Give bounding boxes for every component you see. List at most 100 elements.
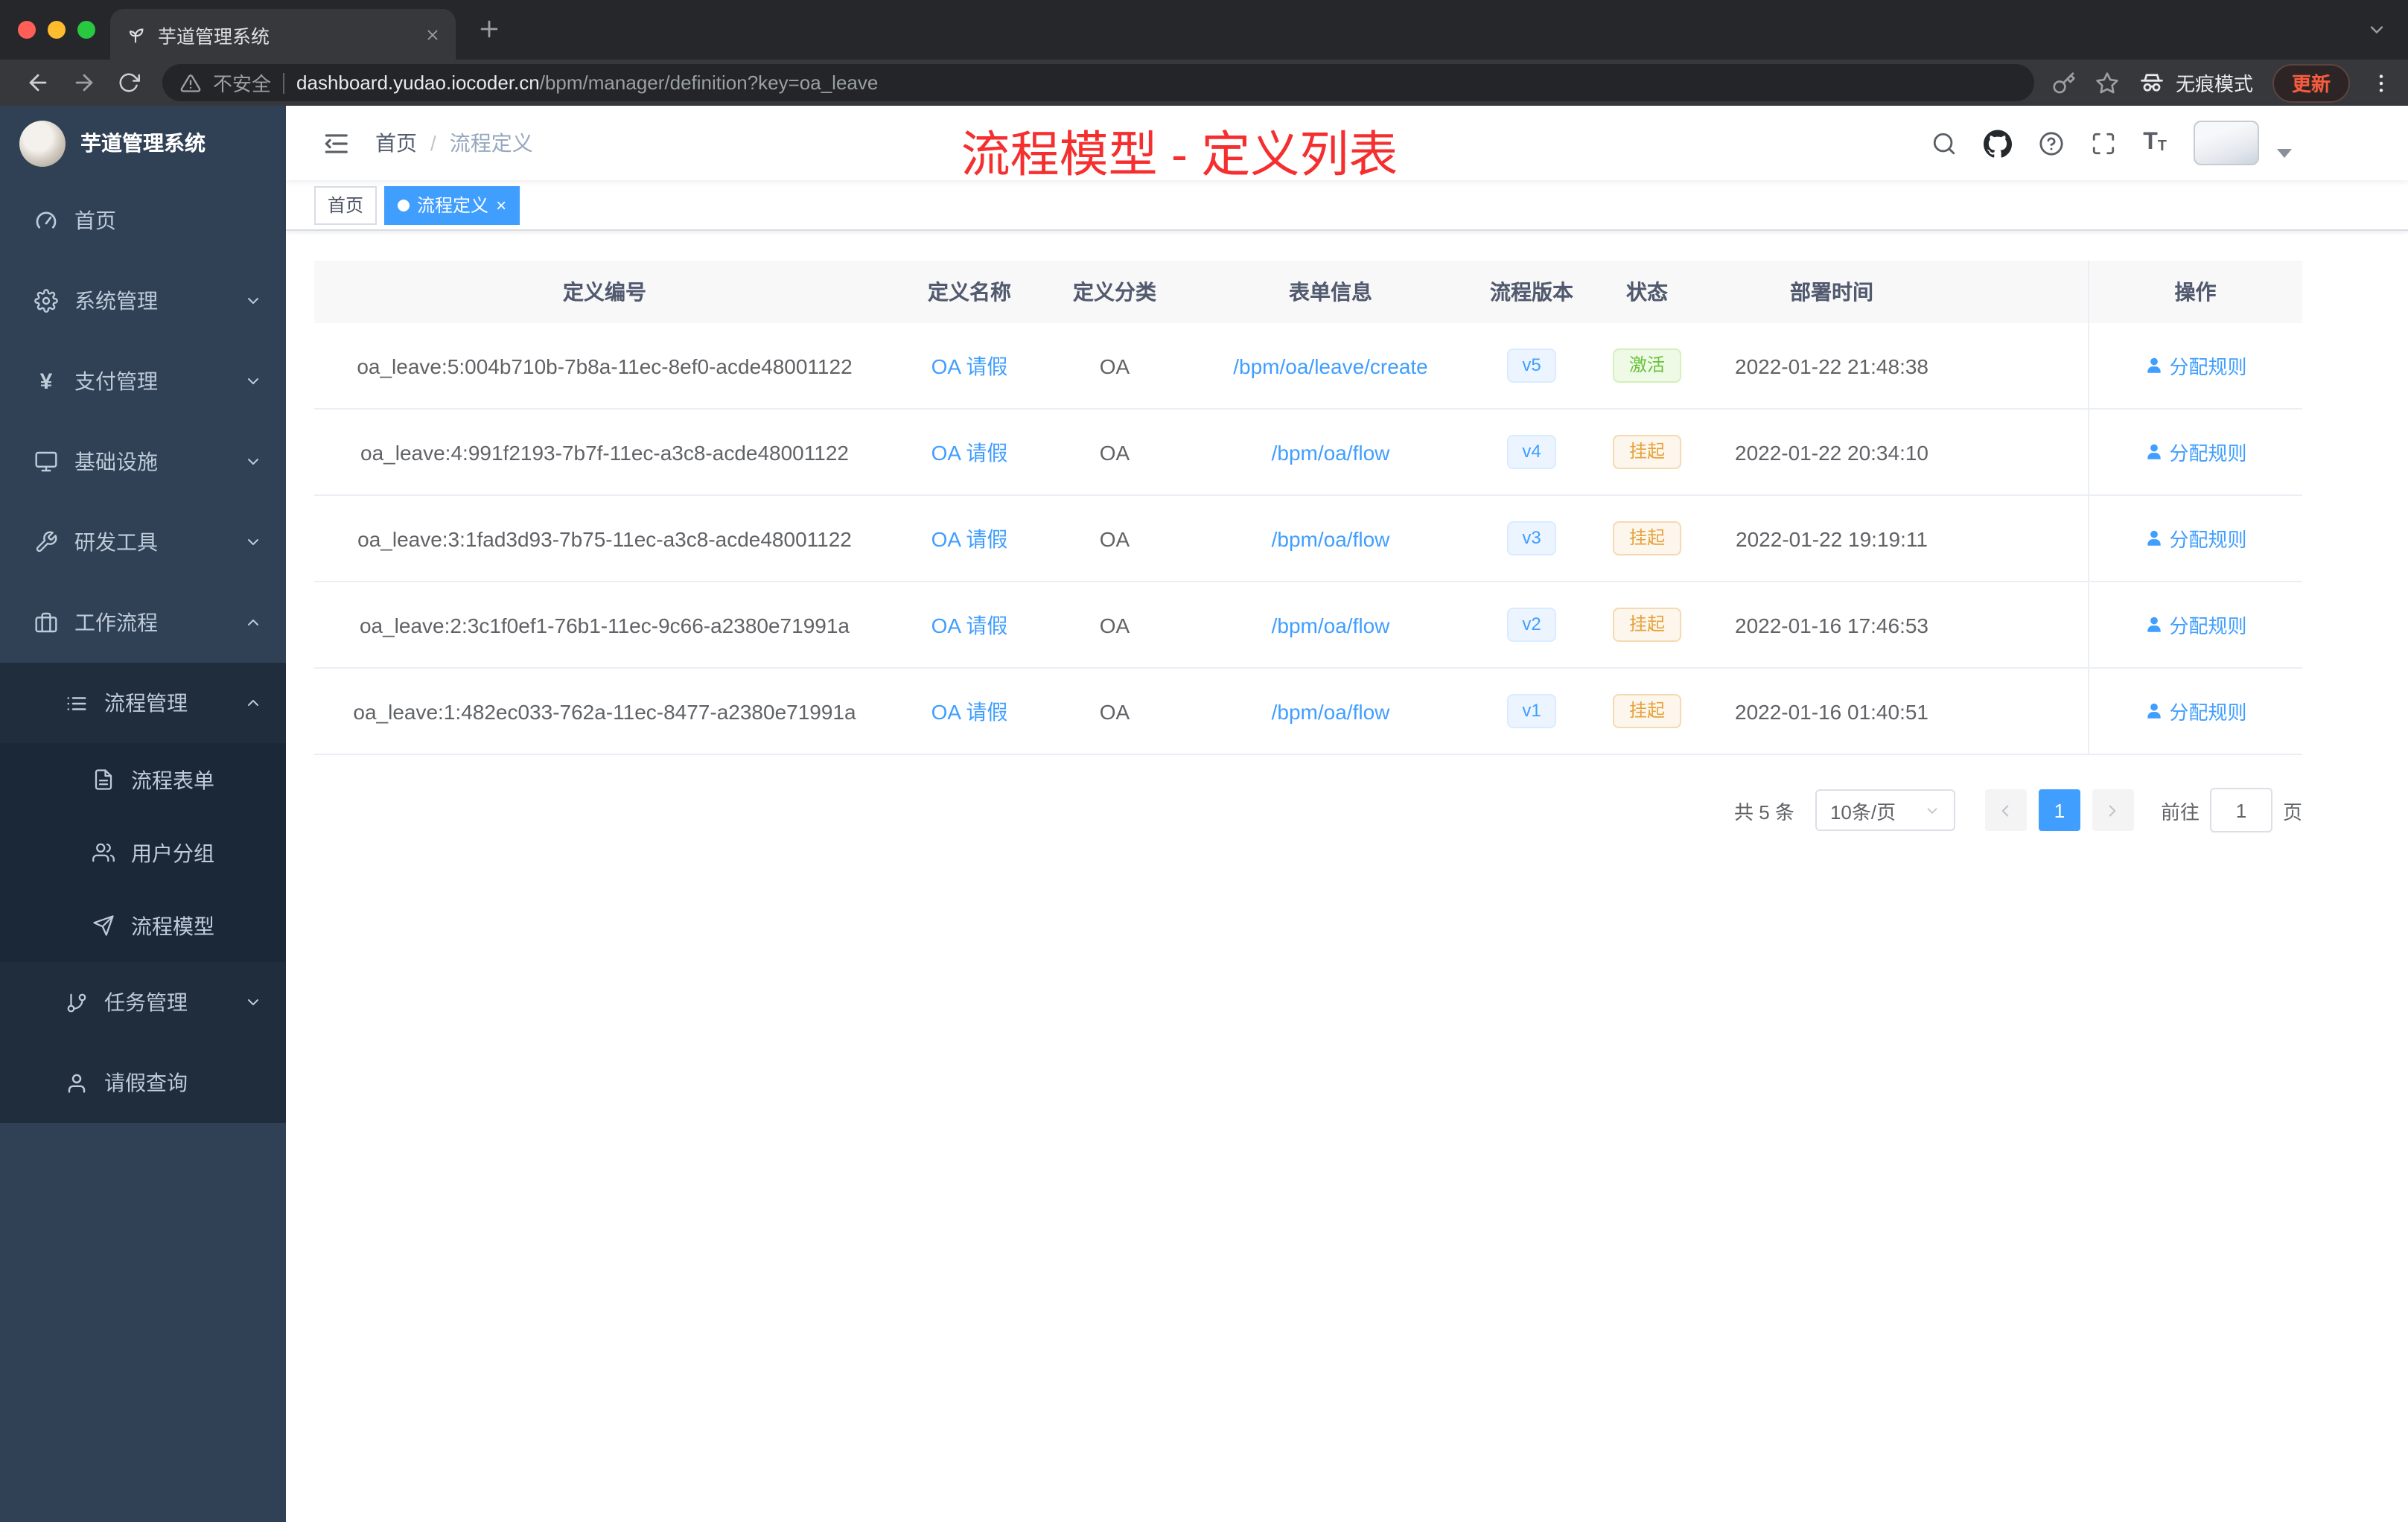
tab-search-icon[interactable] <box>2366 19 2387 40</box>
definition-name-link[interactable]: OA 请假 <box>931 440 1008 464</box>
sidebar-item-devtools[interactable]: 研发工具 <box>0 502 286 582</box>
sidebar-item-task-management[interactable]: 任务管理 <box>0 962 286 1042</box>
form-link[interactable]: /bpm/oa/flow <box>1272 699 1390 723</box>
paper-plane-icon <box>92 914 114 937</box>
sidebar-item-payment[interactable]: ¥ 支付管理 <box>0 341 286 421</box>
tag-close-icon[interactable]: × <box>496 196 506 214</box>
definition-name-link[interactable]: OA 请假 <box>931 613 1008 637</box>
form-link[interactable]: /bpm/oa/leave/create <box>1233 354 1428 378</box>
tag-label: 首页 <box>328 195 364 216</box>
sidebar-item-infrastructure[interactable]: 基础设施 <box>0 421 286 502</box>
reload-button[interactable] <box>118 71 140 94</box>
sidebar-collapse-icon[interactable] <box>322 129 350 157</box>
logo-title: 芋道管理系统 <box>80 131 206 155</box>
chevron-down-icon <box>244 372 262 390</box>
definition-name-link[interactable]: OA 请假 <box>931 354 1008 378</box>
tag-process-definition[interactable]: 流程定义 × <box>384 185 520 224</box>
column-header: 定义编号 <box>314 261 895 323</box>
incognito-badge: 无痕模式 <box>2138 69 2253 97</box>
close-window-button[interactable] <box>18 21 36 39</box>
tag-label: 流程定义 <box>417 195 489 216</box>
sidebar-item-label: 任务管理 <box>104 990 188 1014</box>
browser-tab[interactable]: 芋道管理系统 <box>110 9 456 60</box>
filler-cell <box>1957 495 2088 582</box>
form-link[interactable]: /bpm/oa/flow <box>1272 526 1390 550</box>
definition-name-link[interactable]: OA 请假 <box>931 699 1008 723</box>
tag-active-dot <box>398 199 410 211</box>
sidebar-logo[interactable]: 芋道管理系统 <box>0 106 286 180</box>
definition-id: oa_leave:4:991f2193-7b7f-11ec-a3c8-acde4… <box>314 409 895 496</box>
breadcrumb-separator: / <box>430 131 436 155</box>
next-page-button[interactable] <box>2092 789 2134 831</box>
sidebar-item-label: 流程管理 <box>104 691 188 715</box>
goto-page-input[interactable] <box>2209 788 2272 832</box>
definition-name-link[interactable]: OA 请假 <box>931 526 1008 550</box>
version-badge: v4 <box>1507 435 1556 469</box>
column-header: 状态 <box>1587 261 1707 323</box>
url-text[interactable]: dashboard.yudao.iocoder.cn/bpm/manager/d… <box>296 71 878 94</box>
form-link[interactable]: /bpm/oa/flow <box>1272 613 1390 637</box>
incognito-icon <box>2138 69 2165 96</box>
forward-button[interactable] <box>71 70 97 95</box>
definition-category: OA <box>1044 582 1185 669</box>
avatar-caret-icon[interactable] <box>2277 149 2292 158</box>
version-badge: v1 <box>1507 694 1556 728</box>
table-row: oa_leave:3:1fad3d93-7b75-11ec-a3c8-acde4… <box>314 495 2302 582</box>
security-label[interactable]: 不安全 <box>213 69 271 97</box>
filler-cell <box>1957 668 2088 755</box>
assign-rule-link[interactable]: 分配规则 <box>2144 697 2247 725</box>
sidebar-item-leave-query[interactable]: 请假查询 <box>0 1042 286 1123</box>
version-badge: v3 <box>1507 521 1556 555</box>
column-header-filler <box>1957 261 2088 323</box>
help-icon[interactable] <box>2039 130 2064 156</box>
status-badge: 激活 <box>1612 348 1681 383</box>
browser-menu-icon[interactable] <box>2369 71 2393 95</box>
logo-avatar <box>19 120 66 166</box>
github-icon[interactable] <box>1984 129 2012 157</box>
password-key-icon[interactable] <box>2052 71 2076 95</box>
page-number-button[interactable]: 1 <box>2038 789 2080 831</box>
definition-id: oa_leave:1:482ec033-762a-11ec-8477-a2380… <box>314 668 895 755</box>
sidebar-item-process-model[interactable]: 流程模型 <box>0 889 286 962</box>
annotation-text: 流程模型 - 定义列表 <box>961 127 1398 182</box>
sidebar-item-process-form[interactable]: 流程表单 <box>0 743 286 816</box>
monitor-icon <box>34 450 58 474</box>
sidebar-item-home[interactable]: 首页 <box>0 180 286 261</box>
column-header: 定义名称 <box>895 261 1044 323</box>
bookmark-star-icon[interactable] <box>2095 71 2119 95</box>
new-tab-button[interactable] <box>477 16 502 42</box>
assign-rule-link[interactable]: 分配规则 <box>2144 438 2247 466</box>
back-button[interactable] <box>25 70 51 95</box>
address-bar[interactable]: 不安全 dashboard.yudao.iocoder.cn/bpm/manag… <box>162 64 2034 101</box>
sidebar-item-process-management[interactable]: 流程管理 <box>0 663 286 743</box>
sidebar-item-workflow[interactable]: 工作流程 <box>0 582 286 663</box>
form-link[interactable]: /bpm/oa/flow <box>1272 440 1390 464</box>
tag-home[interactable]: 首页 <box>314 185 378 224</box>
omnibox-divider <box>283 72 285 93</box>
sidebar-item-system[interactable]: 系统管理 <box>0 261 286 341</box>
definition-category: OA <box>1044 409 1185 496</box>
sidebar-item-user-group[interactable]: 用户分组 <box>0 816 286 889</box>
version-badge: v5 <box>1507 348 1556 383</box>
page-size-select[interactable]: 10条/页 <box>1815 789 1955 831</box>
minimize-window-button[interactable] <box>48 21 66 39</box>
user-icon <box>2144 442 2163 462</box>
font-size-icon[interactable]: TT <box>2143 130 2167 155</box>
column-header: 定义分类 <box>1044 261 1185 323</box>
assign-rule-link[interactable]: 分配规则 <box>2144 611 2247 639</box>
prev-page-button[interactable] <box>1984 789 2027 831</box>
search-icon[interactable] <box>1931 130 1957 156</box>
zoom-window-button[interactable] <box>77 21 95 39</box>
chevron-down-icon <box>244 453 262 471</box>
assign-rule-link[interactable]: 分配规则 <box>2144 351 2247 380</box>
user-avatar[interactable] <box>2194 121 2259 165</box>
fullscreen-icon[interactable] <box>2091 130 2116 156</box>
users-icon <box>92 841 114 864</box>
sidebar-item-label: 系统管理 <box>74 289 158 313</box>
breadcrumb-home[interactable]: 首页 <box>375 128 417 158</box>
chrome-update-button[interactable]: 更新 <box>2272 63 2350 102</box>
table-row: oa_leave:5:004b710b-7b8a-11ec-8ef0-acde4… <box>314 323 2302 410</box>
assign-rule-link[interactable]: 分配规则 <box>2144 524 2247 553</box>
app-window: 芋道管理系统 首页 系统管理 ¥ 支付管理 基础设施 研发工具 工作流程 流程管… <box>0 106 2408 1522</box>
tab-close-icon[interactable] <box>424 26 441 42</box>
